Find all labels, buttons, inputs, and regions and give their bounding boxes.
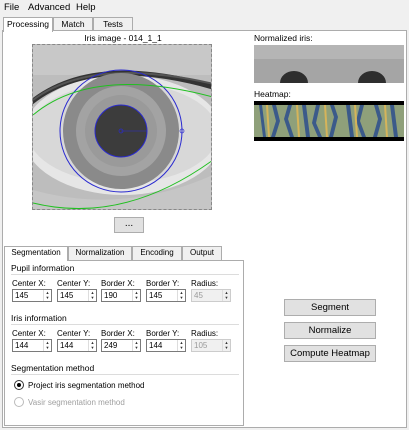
segment-button[interactable]: Segment [284,299,376,316]
menu-bar: File Advanced Help [0,0,409,16]
pupil-border-x-input[interactable]: 190 ▲ ▼ [101,289,141,302]
browse-button[interactable]: ... [114,217,144,233]
pupil-radius-input: 45 ▲ ▼ [191,289,231,302]
normalized-iris-label: Normalized iris: [254,33,313,43]
tab-segmentation[interactable]: Segmentation [4,246,68,261]
tab-output[interactable]: Output [182,246,222,260]
pupil-radius-label: Radius: [191,279,219,288]
menu-file[interactable]: File [4,2,19,13]
iris-info-title: Iris information [11,313,67,323]
heatmap-image [254,101,404,141]
segmentation-panel: Pupil information Center X: Center Y: Bo… [4,260,244,426]
spinner-arrows-icon[interactable]: ▲ ▼ [88,290,96,301]
compute-heatmap-button[interactable]: Compute Heatmap [284,345,376,362]
iris-center-y-input[interactable]: 144 ▲ ▼ [57,339,97,352]
spinner-arrows-icon[interactable]: ▲ ▼ [43,290,51,301]
iris-border-x-label: Border X: [101,329,135,338]
pupil-center-x-input[interactable]: 145 ▲ ▼ [12,289,52,302]
vasir-method-label: Vasir segmentation method [28,398,125,407]
vasir-method-radio [14,397,24,407]
spinner-arrows-icon[interactable]: ▲ ▼ [132,290,140,301]
iris-center-y-label: Center Y: [57,329,91,338]
iris-center-x-input[interactable]: 144 ▲ ▼ [12,339,52,352]
spinner-arrows-icon: ▲ ▼ [222,290,230,301]
spinner-arrows-icon: ▲ ▼ [222,340,230,351]
pupil-divider [11,274,239,275]
iris-border-y-label: Border Y: [146,329,180,338]
iris-center-x-label: Center X: [12,329,46,338]
spinner-arrows-icon[interactable]: ▲ ▼ [177,340,185,351]
project-method-radio[interactable] [14,380,24,390]
heatmap-label: Heatmap: [254,89,291,99]
tab-match[interactable]: Match [53,17,93,31]
tab-processing[interactable]: Processing [3,17,53,32]
iris-radius-label: Radius: [191,329,219,338]
iris-image [32,44,212,210]
iris-image-title: Iris image - 014_1_1 [84,33,162,43]
pupil-border-y-label: Border Y: [146,279,180,288]
pupil-border-y-input[interactable]: 145 ▲ ▼ [146,289,186,302]
iris-divider [11,324,239,325]
iris-border-x-input[interactable]: 249 ▲ ▼ [101,339,141,352]
tab-tests[interactable]: Tests [93,17,133,31]
project-method-label[interactable]: Project iris segmentation method [28,381,145,390]
method-divider [11,374,239,375]
normalize-button[interactable]: Normalize [284,322,376,339]
menu-help[interactable]: Help [76,2,96,13]
pupil-border-x-label: Border X: [101,279,135,288]
iris-radius-input: 105 ▲ ▼ [191,339,231,352]
spinner-arrows-icon[interactable]: ▲ ▼ [132,340,140,351]
spinner-arrows-icon[interactable]: ▲ ▼ [43,340,51,351]
spinner-arrows-icon[interactable]: ▲ ▼ [88,340,96,351]
pupil-info-title: Pupil information [11,263,75,273]
tab-encoding[interactable]: Encoding [132,246,182,260]
tab-normalization[interactable]: Normalization [68,246,132,260]
menu-advanced[interactable]: Advanced [28,2,70,13]
pupil-center-y-label: Center Y: [57,279,91,288]
pupil-center-x-label: Center X: [12,279,46,288]
pupil-center-y-input[interactable]: 145 ▲ ▼ [57,289,97,302]
segmentation-method-title: Segmentation method [11,363,95,373]
iris-border-y-input[interactable]: 144 ▲ ▼ [146,339,186,352]
spinner-arrows-icon[interactable]: ▲ ▼ [177,290,185,301]
normalized-iris-image [254,45,404,83]
